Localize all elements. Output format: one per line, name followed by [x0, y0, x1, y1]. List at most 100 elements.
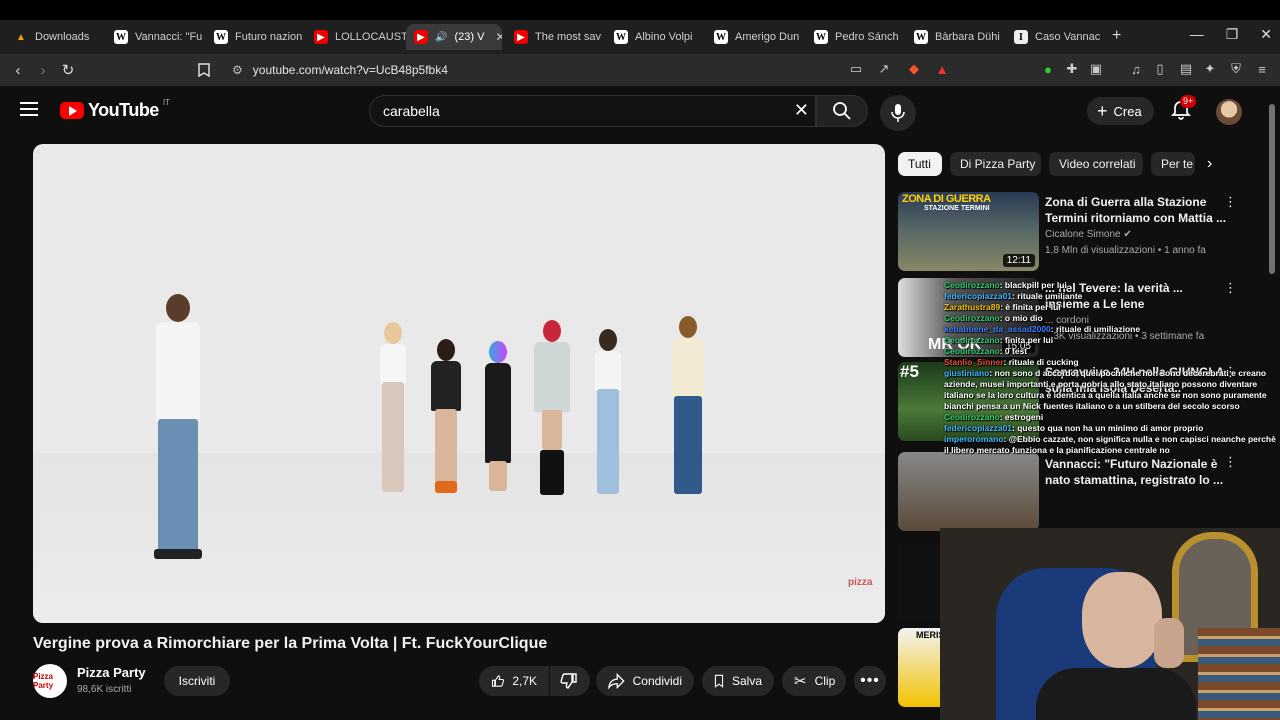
notifications-badge: 9+ — [1180, 95, 1197, 108]
tab-wikipedia[interactable]: W Bàrbara Dühi — [906, 24, 1006, 50]
wallet-icon[interactable]: ▤ — [1178, 61, 1194, 77]
webcam-bookshelf — [1198, 628, 1280, 720]
cast-icon[interactable]: ▭ — [848, 61, 864, 77]
search-button[interactable] — [816, 95, 868, 127]
recommendation-title[interactable]: Zona di Guerra alla Stazione Termini rit… — [1045, 194, 1230, 226]
recommendation-item[interactable]: Vannacci: "Futuro Nazionale è nato stama… — [898, 452, 1268, 532]
chat-username: Ceodirozzano — [944, 346, 1000, 356]
bookmark-icon[interactable] — [194, 60, 214, 80]
tab-youtube[interactable]: ▶ LOLLOCAUST — [306, 24, 406, 50]
logo-text: YouTube — [88, 100, 159, 120]
clip-button[interactable]: ✂ Clip — [782, 666, 846, 696]
video-person-man — [148, 294, 208, 564]
chip-related[interactable]: Video correlati — [1049, 152, 1143, 176]
close-window-icon[interactable]: ✕ — [1260, 26, 1272, 43]
tab-youtube-active[interactable]: ▶ 🔊 (23) V ✕ — [406, 24, 502, 50]
tab-wiki[interactable]: I Caso Vannac — [1006, 24, 1106, 50]
bookmark-save-icon — [714, 674, 724, 688]
scrollbar[interactable] — [1268, 96, 1276, 286]
brave-shield-icon[interactable]: ◆ — [906, 61, 922, 77]
chip-all[interactable]: Tutti — [898, 152, 942, 176]
more-vertical-icon[interactable]: ⋮ — [1224, 454, 1237, 470]
channel-avatar[interactable]: Pizza Party — [33, 664, 67, 698]
chevron-right-icon[interactable]: › — [1207, 155, 1212, 173]
more-horizontal-icon: ••• — [860, 672, 880, 689]
stream-chat-overlay: Ceodirozzano: blackpill per lui federicop… — [944, 280, 1280, 456]
account-avatar[interactable] — [1216, 99, 1242, 125]
tab-wikipedia[interactable]: W Vannacci: "Fu — [106, 24, 206, 50]
more-actions-button[interactable]: ••• — [854, 666, 886, 696]
share-icon[interactable]: ↗ — [876, 61, 892, 77]
tab-downloads[interactable]: ▲ Downloads — [6, 24, 106, 50]
reload-icon[interactable]: ↻ — [58, 60, 78, 80]
recommendation-title[interactable]: Vannacci: "Futuro Nazionale è nato stama… — [1045, 456, 1230, 488]
dislike-button[interactable] — [550, 666, 590, 696]
save-button[interactable]: Salva — [702, 666, 774, 696]
wikipedia-icon: W — [114, 30, 128, 44]
chat-username: Ceodirozzano — [944, 280, 1000, 290]
chat-text: : non sono d accordo, quei pochi che non… — [944, 368, 1267, 411]
title-bar — [0, 0, 1280, 20]
video-person — [591, 329, 625, 499]
chat-message: giustiniano: non sono d accordo, quei po… — [944, 368, 1280, 412]
chat-text: : blackpill per lui — [999, 280, 1067, 290]
chat-message: Ceodirozzano: o mio dio — [944, 313, 1280, 324]
sidebar-icon[interactable]: ▯ — [1152, 61, 1168, 77]
close-tab-icon[interactable]: ✕ — [495, 30, 502, 44]
chat-username: imperoromano — [944, 434, 1004, 444]
chat-username: Stanlio_Sinner — [944, 357, 1004, 367]
webcam-shirt — [1036, 668, 1196, 720]
chat-text: : o mio dio — [999, 313, 1043, 323]
recommendation-channel[interactable]: Cicalone Simone ✔ — [1045, 229, 1132, 240]
scrollbar-thumb[interactable] — [1269, 104, 1275, 274]
site-info-icon[interactable]: ⚙ — [232, 63, 243, 77]
share-button[interactable]: Condividi — [596, 666, 694, 696]
recommendation-meta: 1,8 Mln di visualizzazioni • 1 anno fa — [1045, 245, 1206, 256]
tab-label: Downloads — [35, 31, 90, 43]
video-person — [668, 316, 708, 498]
address-bar[interactable]: ⚙ youtube.com/watch?v=UcB48p5fbk4 — [232, 58, 952, 82]
video-player[interactable]: pizza — [33, 144, 885, 623]
notifications-button[interactable]: 9+ — [1170, 95, 1197, 123]
screenshot-icon[interactable]: ▣ — [1088, 61, 1104, 77]
more-vertical-icon[interactable]: ⋮ — [1224, 194, 1237, 210]
channel-name[interactable]: Pizza Party — [77, 665, 146, 680]
extensions-puzzle-icon[interactable]: ✚ — [1064, 61, 1080, 77]
tab-label: (23) V — [454, 31, 485, 43]
clear-search-icon[interactable]: ✕ — [794, 100, 809, 121]
chip-from-channel[interactable]: Di Pizza Party — [950, 152, 1041, 176]
guide-menu-icon[interactable] — [20, 102, 38, 116]
tab-wikipedia[interactable]: W Albino Volpi — [606, 24, 706, 50]
tab-wikipedia[interactable]: W Pedro Sánch — [806, 24, 906, 50]
menu-icon[interactable]: ≡ — [1254, 61, 1270, 77]
search-input[interactable]: carabella ✕ — [369, 95, 816, 127]
back-icon[interactable]: ‹ — [8, 60, 28, 80]
chat-username: Ceodirozzano — [944, 313, 1000, 323]
recommendation-thumbnail[interactable] — [898, 452, 1039, 531]
forward-icon[interactable]: › — [33, 60, 53, 80]
vpn-icon[interactable]: ⛨ — [1228, 61, 1244, 77]
thumb-subtext: STAZIONE TERMINI — [924, 205, 990, 212]
tab-wikipedia[interactable]: W Amerigo Dun — [706, 24, 806, 50]
create-button[interactable]: + Crea — [1087, 97, 1154, 125]
verified-icon: ✔ — [1123, 229, 1132, 240]
extension-icon[interactable]: ● — [1040, 61, 1056, 77]
tab-youtube[interactable]: ▶ The most sav — [506, 24, 606, 50]
voice-search-button[interactable] — [880, 95, 916, 131]
subscribe-button[interactable]: Iscriviti — [164, 666, 230, 696]
recommendation-item[interactable]: ZONA DI GUERRA STAZIONE TERMINI 12:11 Zo… — [898, 192, 1268, 272]
brave-rewards-icon[interactable]: ▲ — [934, 61, 950, 77]
recommendation-thumbnail[interactable]: ZONA DI GUERRA STAZIONE TERMINI 12:11 — [898, 192, 1039, 271]
minimize-icon[interactable]: — — [1190, 26, 1204, 43]
tab-label: Vannacci: "Fu — [135, 31, 203, 43]
tab-wikipedia[interactable]: W Futuro nazion — [206, 24, 306, 50]
new-tab-plus-icon[interactable]: + — [1112, 27, 1121, 45]
maximize-icon[interactable]: ❐ — [1226, 26, 1239, 43]
leo-ai-icon[interactable]: ✦ — [1202, 61, 1218, 77]
music-icon[interactable]: ♫ — [1128, 61, 1144, 77]
chip-for-you[interactable]: Per te — [1151, 152, 1195, 176]
youtube-logo[interactable]: YouTube IT — [60, 98, 170, 121]
like-button[interactable]: 2,7K — [479, 666, 549, 696]
country-code: IT — [162, 98, 170, 107]
chat-message: imperoromano: @Ebbio cazzate, non signif… — [944, 434, 1280, 456]
